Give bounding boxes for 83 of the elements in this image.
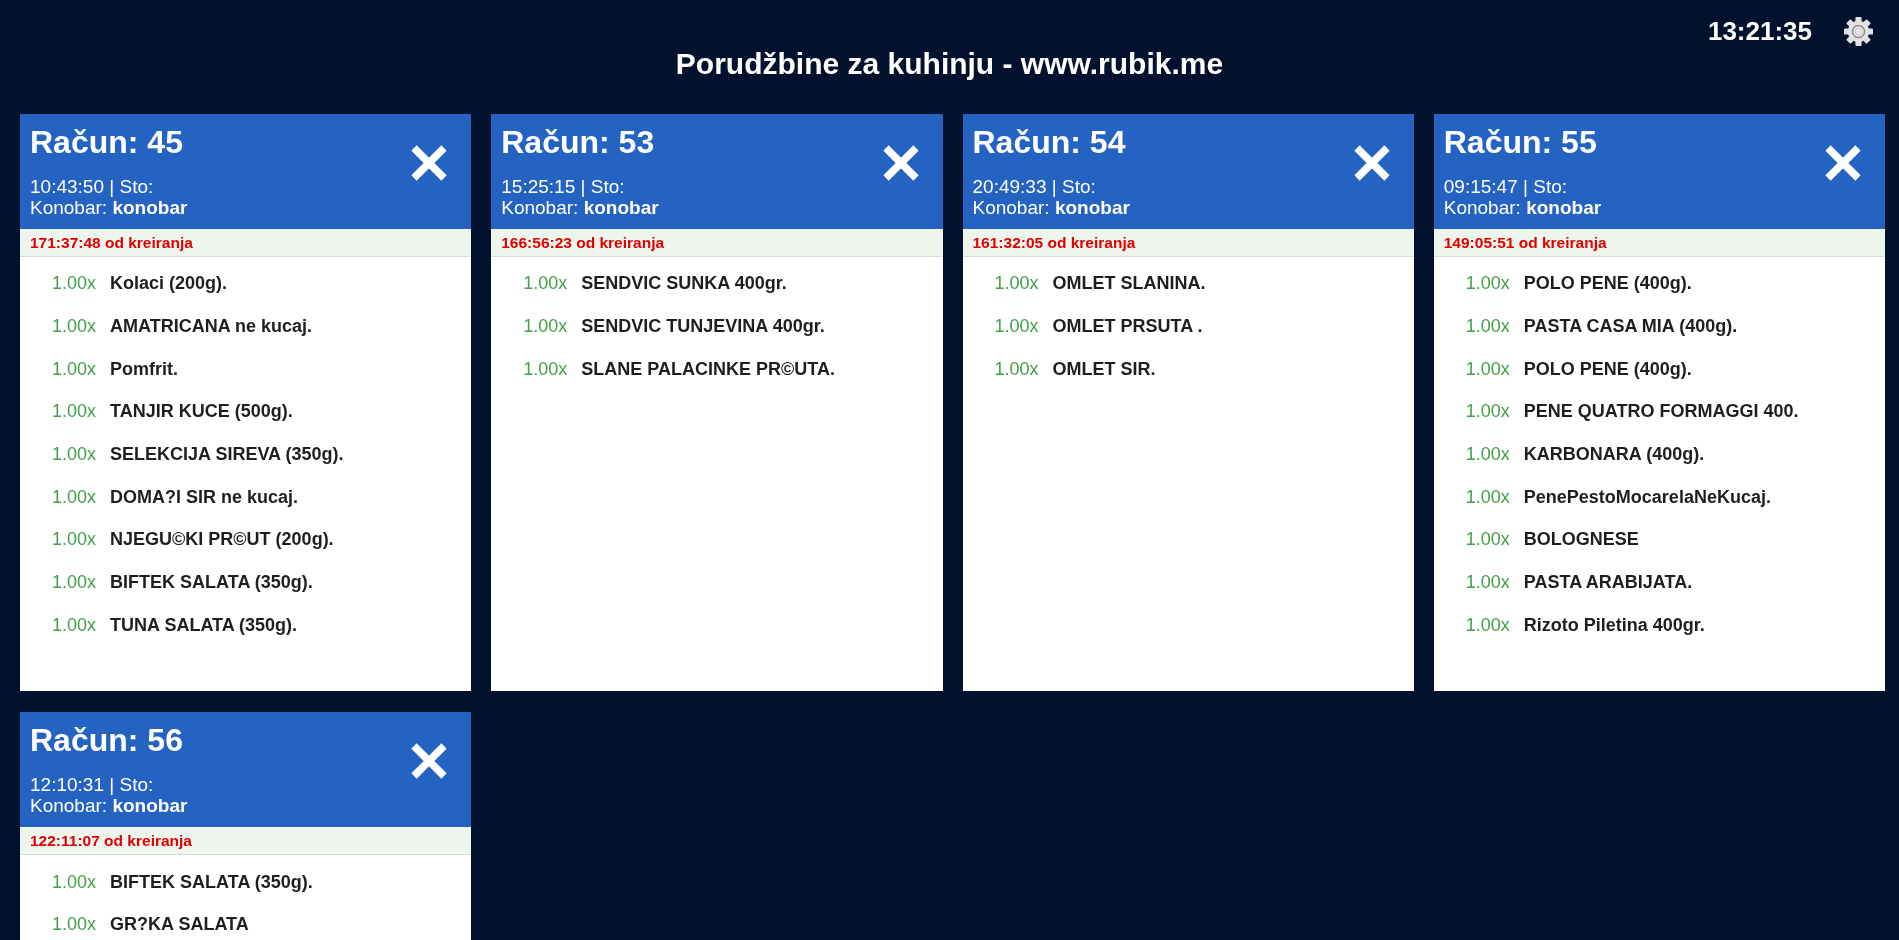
item-quantity: 1.00x bbox=[1465, 486, 1510, 507]
item-name: AMATRICANA ne kucaj. bbox=[110, 316, 313, 337]
elapsed-time: 171:37:48 od kreiranja bbox=[30, 234, 193, 251]
item-quantity: 1.00x bbox=[52, 316, 97, 337]
item-quantity: 1.00x bbox=[52, 614, 97, 635]
item-quantity: 1.00x bbox=[1465, 444, 1510, 465]
item-name: SENDVIC TUNJEVINA 400gr. bbox=[581, 316, 825, 337]
item-quantity: 1.00x bbox=[994, 358, 1039, 379]
item-name: BOLOGNESE bbox=[1523, 529, 1639, 550]
page-title: Porudžbine za kuhinju - www.rubik.me bbox=[674, 46, 1225, 82]
item-quantity: 1.00x bbox=[523, 316, 568, 337]
close-icon bbox=[1351, 143, 1392, 183]
item-quantity: 1.00x bbox=[52, 914, 97, 935]
item-name: DOMA?I SIR ne kucaj. bbox=[110, 486, 299, 507]
item-quantity: 1.00x bbox=[1465, 316, 1510, 337]
item-name: OMLET SIR. bbox=[1052, 358, 1156, 379]
order-time-table: 20:49:33 | Sto: bbox=[972, 176, 1130, 197]
item-name: NJEGU©KI PR©UT (200g). bbox=[110, 529, 334, 550]
item-quantity: 1.00x bbox=[523, 273, 568, 294]
close-button[interactable] bbox=[1823, 143, 1863, 183]
item-name: OMLET SLANINA. bbox=[1052, 273, 1206, 294]
order-time-table: 09:15:47 | Sto: bbox=[1443, 176, 1602, 197]
item-quantity: 1.00x bbox=[1465, 572, 1510, 593]
item-quantity: 1.00x bbox=[52, 358, 97, 379]
item-name: PenePestoMocarelaNeKucaj. bbox=[1523, 486, 1771, 507]
item-quantity: 1.00x bbox=[52, 273, 97, 294]
item-name: SENDVIC SUNKA 400gr. bbox=[581, 273, 787, 294]
item-quantity: 1.00x bbox=[1465, 529, 1510, 550]
settings-icon[interactable] bbox=[1844, 16, 1873, 46]
item-quantity: 1.00x bbox=[52, 444, 97, 465]
item-name: PASTA CASA MIA (400g). bbox=[1523, 316, 1738, 337]
close-button[interactable] bbox=[1351, 143, 1392, 183]
close-button[interactable] bbox=[409, 143, 450, 183]
close-icon bbox=[1823, 143, 1863, 183]
elapsed-time: 149:05:51 od kreiranja bbox=[1443, 234, 1607, 251]
order-waiter: Konobar: konobar bbox=[972, 197, 1130, 218]
close-icon bbox=[409, 143, 450, 183]
item-name: PENE QUATRO FORMAGGI 400. bbox=[1523, 401, 1799, 422]
item-name: BIFTEK SALATA (350g). bbox=[110, 871, 313, 892]
item-name: SELEKCIJA SIREVA (350g). bbox=[110, 444, 344, 465]
item-name: Kolaci (200g). bbox=[110, 273, 228, 294]
item-quantity: 1.00x bbox=[52, 572, 97, 593]
elapsed-time: 122:11:07 od kreiranja bbox=[30, 832, 192, 850]
order-title: Račun: 45 bbox=[30, 123, 184, 161]
item-quantity: 1.00x bbox=[1465, 358, 1510, 379]
elapsed-time: 161:32:05 od kreiranja bbox=[972, 234, 1136, 251]
item-quantity: 1.00x bbox=[52, 486, 97, 507]
item-quantity: 1.00x bbox=[994, 273, 1039, 294]
elapsed-time: 166:56:23 od kreiranja bbox=[501, 234, 665, 251]
item-quantity: 1.00x bbox=[1465, 273, 1510, 294]
item-quantity: 1.00x bbox=[1465, 401, 1510, 422]
order-title: Račun: 55 bbox=[1443, 123, 1598, 161]
order-waiter: Konobar: konobar bbox=[1443, 197, 1602, 218]
item-name: KARBONARA (400g). bbox=[1523, 444, 1705, 465]
item-name: GR?KA SALATA bbox=[110, 914, 249, 935]
order-title: Račun: 53 bbox=[501, 123, 656, 161]
item-name: BIFTEK SALATA (350g). bbox=[110, 572, 313, 593]
order-time-table: 10:43:50 | Sto: bbox=[30, 176, 188, 197]
item-name: SLANE PALACINKE PR©UTA. bbox=[581, 358, 835, 379]
item-name: Rizoto Piletina 400gr. bbox=[1523, 614, 1705, 635]
order-time-table: 15:25:15 | Sto: bbox=[501, 176, 659, 197]
item-quantity: 1.00x bbox=[1465, 614, 1510, 635]
item-name: Pomfrit. bbox=[110, 358, 179, 379]
item-name: PASTA ARABIJATA. bbox=[1523, 572, 1693, 593]
order-time-table: 12:10:31 | Sto: bbox=[30, 774, 188, 796]
order-title: Račun: 54 bbox=[972, 123, 1127, 161]
item-name: OMLET PRSUTA . bbox=[1052, 316, 1203, 337]
order-waiter: Konobar: konobar bbox=[501, 197, 659, 218]
item-quantity: 1.00x bbox=[52, 401, 97, 422]
order-waiter: Konobar: konobar bbox=[30, 197, 188, 218]
item-name: TANJIR KUCE (500g). bbox=[110, 401, 293, 422]
close-icon bbox=[880, 143, 921, 183]
item-name: POLO PENE (400g). bbox=[1523, 358, 1692, 379]
item-quantity: 1.00x bbox=[523, 358, 568, 379]
item-quantity: 1.00x bbox=[994, 316, 1039, 337]
clock-time: 13:21:35 bbox=[1707, 16, 1812, 46]
item-quantity: 1.00x bbox=[52, 529, 97, 550]
item-name: TUNA SALATA (350g). bbox=[110, 614, 298, 635]
item-quantity: 1.00x bbox=[52, 871, 97, 892]
close-button[interactable] bbox=[880, 143, 921, 183]
order-title: Račun: 56 bbox=[30, 721, 184, 760]
order-waiter: Konobar: konobar bbox=[30, 795, 188, 817]
item-name: POLO PENE (400g). bbox=[1523, 273, 1692, 294]
